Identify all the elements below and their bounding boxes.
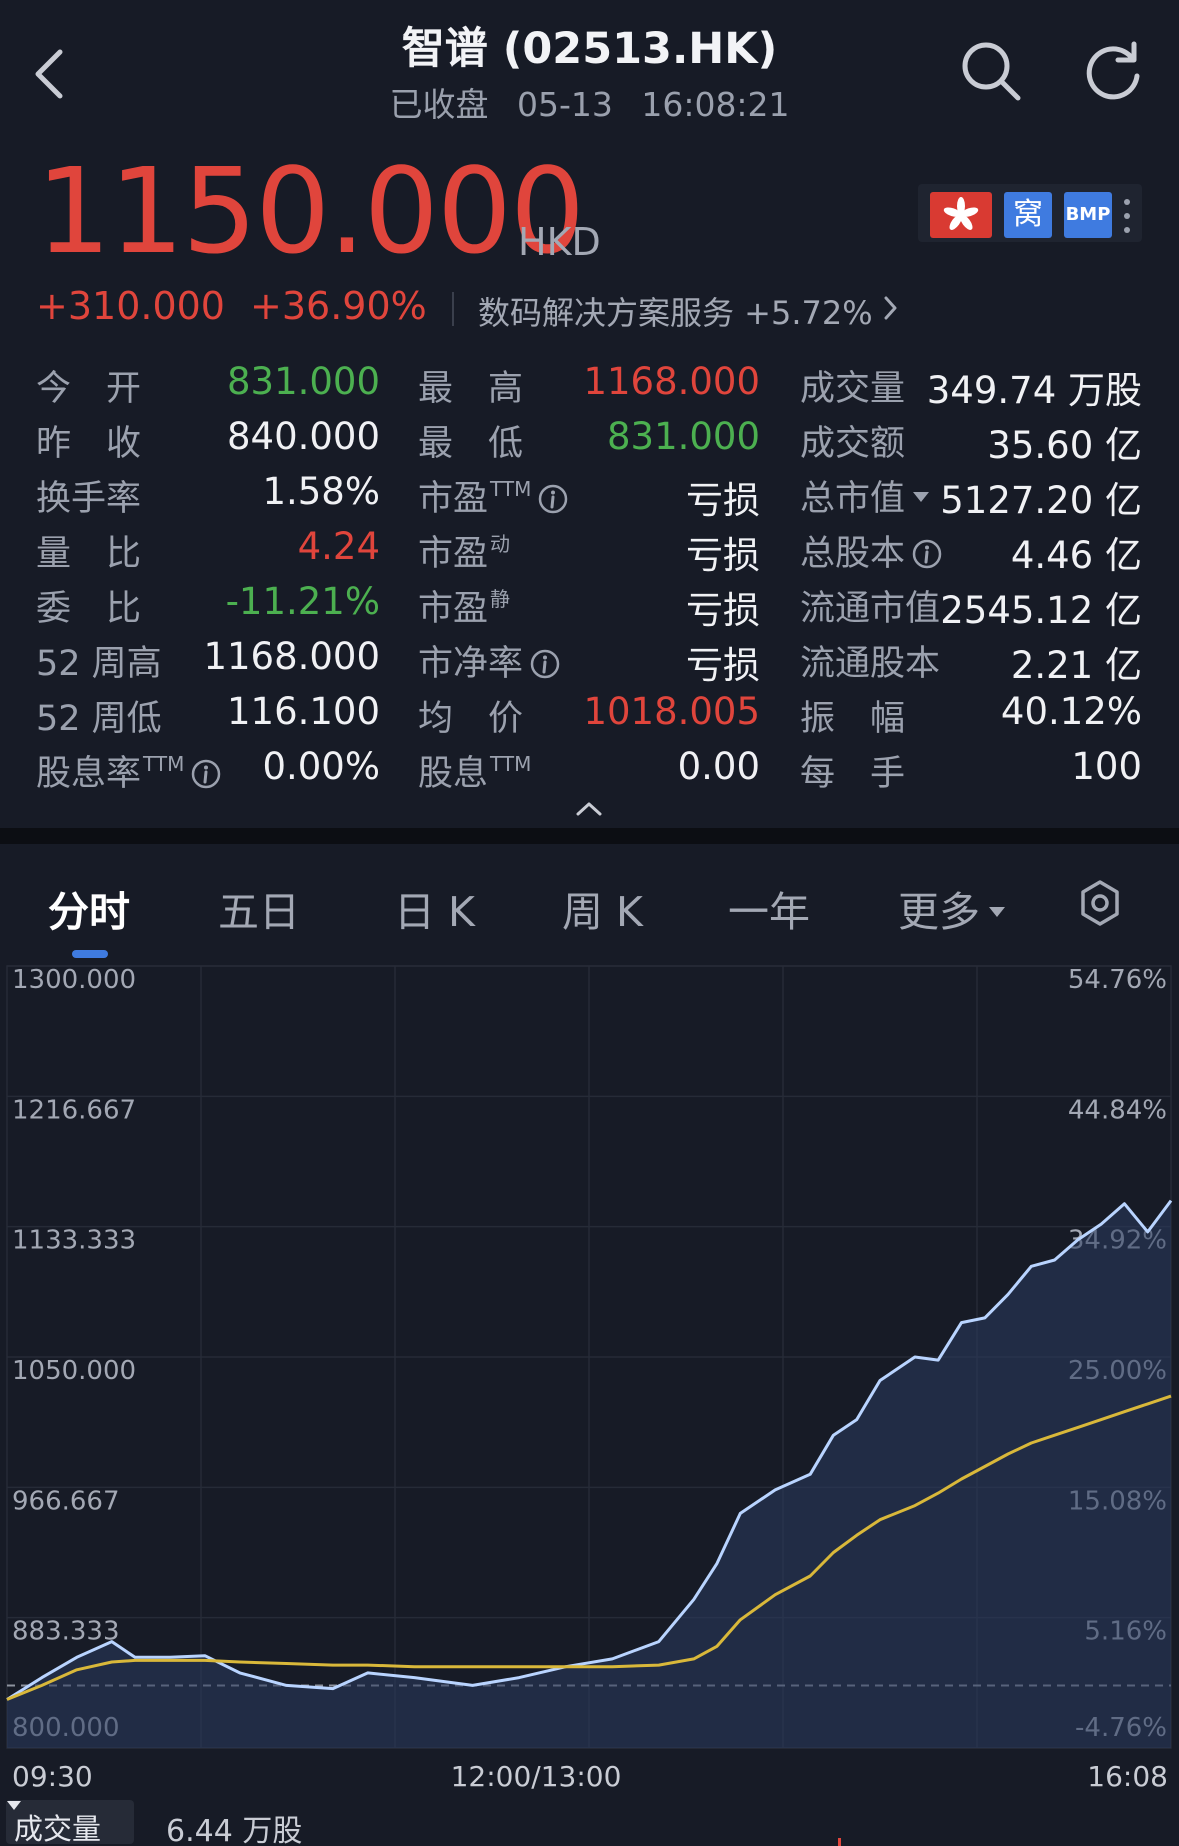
stats-row: 昨 收 840.000 最 低 831.000 成交额 35.60 亿 <box>0 413 1179 468</box>
stats-row: 委 比 -11.21% 市盈静亏损 流通市值 2545.12 亿 <box>0 578 1179 633</box>
quote-panel: 智谱 (02513.HK) 已收盘 05-13 16:08:21 1150.00… <box>0 0 1179 828</box>
caret-down-icon[interactable] <box>911 490 931 504</box>
y-tick-label: 883.333 <box>12 1617 120 1647</box>
caret-down-icon <box>7 1801 21 1810</box>
badge-wo[interactable]: 窝 <box>1004 192 1052 238</box>
caret-down-icon <box>989 907 1005 917</box>
refresh-icon[interactable] <box>1080 38 1146 104</box>
x-tick-label: 09:30 <box>12 1760 93 1793</box>
stat-high: 最 高 1168.000 <box>418 360 760 409</box>
stat-volume: 成交量 349.74 万股 <box>800 369 1142 412</box>
info-icon[interactable] <box>529 648 561 680</box>
stat-open: 今 开 831.000 <box>36 360 380 409</box>
stat-volume-ratio: 量 比 4.24 <box>36 525 380 574</box>
stat-lot-size: 每 手 100 <box>800 745 1142 794</box>
stat-dividend-yield: 股息率 TTM 0.00% <box>36 745 380 794</box>
hong-kong-flag-icon <box>930 192 992 238</box>
last-price: 1150.000 <box>36 142 585 280</box>
section-divider <box>0 828 1179 844</box>
settings-hexagon-icon[interactable] <box>1078 878 1122 928</box>
stat-amplitude: 振 幅 40.12% <box>800 690 1142 739</box>
stat-pb: 市净率 亏损 <box>418 644 760 687</box>
stat-52w-low: 52 周低 116.100 <box>36 690 380 739</box>
y-tick-label: 1300.000 <box>12 965 136 995</box>
price-chart-svg[interactable]: 1300.00054.76%1216.66744.84%1133.33334.9… <box>0 960 1179 1800</box>
volume-selector[interactable]: 成交量 <box>6 1800 134 1846</box>
tab-intraday[interactable]: 分时 <box>48 878 130 938</box>
y-tick-label: 1216.667 <box>12 1095 136 1125</box>
x-tick-label: 12:00/13:00 <box>451 1760 622 1793</box>
y-tick-label: 966.667 <box>12 1486 120 1516</box>
search-icon[interactable] <box>958 38 1024 104</box>
more-dots-icon[interactable] <box>1120 194 1134 238</box>
status-text: 已收盘 <box>389 85 489 124</box>
tab-five-day[interactable]: 五日 <box>218 878 300 938</box>
stats-row: 换手率 1.58% 市盈 TTM 亏损 总市值 5127.20 亿 <box>0 468 1179 523</box>
stat-bid-ratio: 委 比 -11.21% <box>36 580 380 629</box>
market-badges: 窝 BMP <box>918 184 1142 242</box>
y-tick-label: 1050.000 <box>12 1356 136 1386</box>
stat-pe-dynamic: 市盈动亏损 <box>418 532 760 577</box>
volume-tick <box>838 1838 841 1846</box>
tab-weekly-k[interactable]: 周 K <box>562 878 643 938</box>
price-change: +310.000 <box>36 284 225 328</box>
tab-daily-k[interactable]: 日 K <box>394 878 475 938</box>
stat-turnover-rate: 换手率 1.58% <box>36 470 380 519</box>
stat-dividend: 股息 TTM 0.00 <box>418 745 760 794</box>
price-change-pct: +36.90% <box>250 284 427 328</box>
info-icon[interactable] <box>537 483 569 515</box>
volume-value: 6.44 万股 <box>166 1814 303 1846</box>
intraday-chart[interactable]: 1300.00054.76%1216.66744.84%1133.33334.9… <box>0 960 1179 1846</box>
badge-bmp[interactable]: BMP <box>1064 192 1112 238</box>
stat-pe-static: 市盈静亏损 <box>418 587 760 632</box>
stats-row: 量 比 4.24 市盈动亏损 总股本 4.46 亿 <box>0 523 1179 578</box>
chevron-up-icon[interactable] <box>574 800 604 818</box>
stat-prev-close: 昨 收 840.000 <box>36 415 380 464</box>
chevron-right-icon[interactable] <box>880 294 900 322</box>
stat-low: 最 低 831.000 <box>418 415 760 464</box>
stat-total-shares: 总股本 4.46 亿 <box>800 534 1142 577</box>
pct-tick-label: 54.76% <box>1068 965 1167 995</box>
stats-row: 今 开 831.000 最 高 1168.000 成交量 349.74 万股 <box>0 358 1179 413</box>
y-tick-label: 1133.333 <box>12 1226 136 1256</box>
active-tab-indicator <box>72 950 108 958</box>
tab-one-year[interactable]: 一年 <box>728 878 810 938</box>
stat-float-shares: 流通股本 2.21 亿 <box>800 644 1142 687</box>
stats-row: 52 周高 1168.000 市净率 亏损 流通股本 2.21 亿 <box>0 633 1179 688</box>
stat-turnover: 成交额 35.60 亿 <box>800 424 1142 467</box>
stat-float-cap: 流通市值 2545.12 亿 <box>800 589 1142 632</box>
x-tick-label: 16:08 <box>1087 1760 1168 1793</box>
currency-label: HKD <box>518 220 601 264</box>
chart-tabs: 分时 五日 日 K 周 K 一年 更多 <box>0 844 1179 960</box>
volume-bar: 成交量 6.44 万股 <box>0 1800 1179 1846</box>
status-timestamp: 05-13 16:08:21 <box>516 85 790 124</box>
stats-row: 股息率 TTM 0.00% 股息 TTM 0.00 每 手 100 <box>0 743 1179 798</box>
stat-avg-price: 均 价 1018.005 <box>418 690 760 739</box>
divider <box>452 292 454 326</box>
tab-more[interactable]: 更多 <box>898 878 1006 938</box>
stat-52w-high: 52 周高 1168.000 <box>36 635 380 684</box>
stat-market-cap[interactable]: 总市值 5127.20 亿 <box>800 468 1142 523</box>
info-icon[interactable] <box>911 538 943 570</box>
pct-tick-label: 44.84% <box>1068 1095 1167 1125</box>
info-icon[interactable] <box>190 758 222 790</box>
sector-link[interactable]: 数码解决方案服务 +5.72% <box>478 288 873 334</box>
stats-row: 52 周低 116.100 均 价 1018.005 振 幅 40.12% <box>0 688 1179 743</box>
stat-pe-ttm: 市盈 TTM 亏损 <box>418 477 760 522</box>
